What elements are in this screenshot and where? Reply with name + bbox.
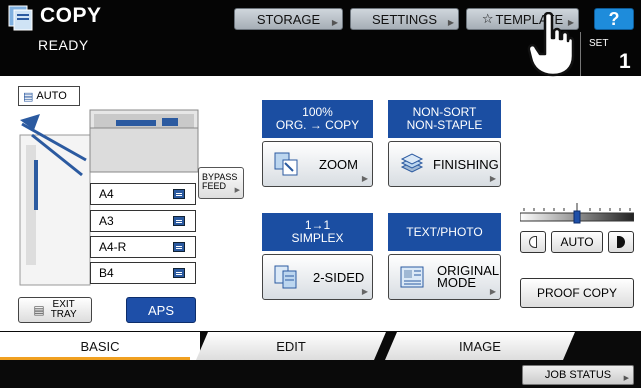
arrow-right-icon: ▶	[361, 174, 368, 183]
exit-tray-label: EXIT TRAY	[51, 300, 77, 320]
arrow-right-icon: ▶	[234, 187, 240, 194]
two-sided-icon	[274, 265, 297, 289]
star-icon: ☆	[481, 11, 494, 26]
exit-tray-button[interactable]: ▤ EXIT TRAY	[18, 297, 92, 323]
aps-button[interactable]: APS	[126, 297, 196, 323]
zoom-label: ZOOM	[319, 156, 358, 172]
storage-button[interactable]: STORAGE ▶	[234, 8, 343, 30]
original-mode-button[interactable]: ORIGINAL MODE ▶	[388, 254, 501, 300]
density-darker-button[interactable]	[608, 231, 634, 253]
tray-a3[interactable]: A3	[90, 210, 196, 232]
bypass-feed-button[interactable]: BYPASS FEED ▶	[198, 167, 244, 199]
arrow-right-icon: ▶	[489, 287, 496, 296]
tray-icon	[173, 268, 185, 278]
arrow-right-icon: ▶	[623, 375, 629, 382]
job-status-button[interactable]: JOB STATUS ▶	[522, 365, 634, 385]
arrow-right-icon: ▶	[361, 287, 368, 296]
finishing-icon	[400, 153, 424, 173]
job-status-label: JOB STATUS	[544, 369, 612, 381]
original-mode-status: TEXT/PHOTO	[388, 213, 501, 251]
arrow-right-icon: ▶	[447, 18, 454, 27]
tab-basic[interactable]: BASIC	[0, 332, 200, 360]
set-counter: SET 1	[580, 32, 641, 76]
tray-icon	[173, 242, 185, 252]
zoom-orig-to-copy: ORG. → COPY	[275, 118, 360, 132]
set-count: 1	[619, 50, 631, 73]
status-text: READY	[38, 37, 89, 53]
tray-icon	[173, 189, 185, 199]
density-auto-button[interactable]: AUTO	[551, 231, 603, 253]
exit-tray-icon: ▤	[33, 303, 45, 317]
arrow-right-icon: ▶	[331, 18, 338, 27]
two-sided-button[interactable]: 2-SIDED ▶	[262, 254, 373, 300]
duplex-mode: SIMPLEX	[291, 231, 344, 245]
settings-label: SETTINGS	[371, 11, 437, 27]
tab-edit[interactable]: EDIT	[196, 332, 386, 360]
two-sided-label: 2-SIDED	[313, 269, 365, 285]
original-mode-icon	[400, 266, 424, 288]
density-scale	[520, 203, 634, 224]
arrow-right-icon: ▶	[489, 174, 496, 183]
tray-size-label: A3	[99, 214, 114, 228]
original-mode-label: ORIGINAL MODE	[437, 264, 499, 289]
finishing-label: FINISHING	[433, 156, 499, 172]
zoom-status: 100% ORG. → COPY	[262, 100, 373, 138]
settings-button[interactable]: SETTINGS ▶	[350, 8, 459, 30]
tray-size-label: A4	[99, 187, 114, 201]
pointer-hand-icon	[527, 12, 575, 77]
exit-tray-line2: TRAY	[50, 309, 77, 320]
duplex-status: 1→1 SIMPLEX	[262, 213, 373, 251]
darker-icon	[617, 236, 625, 248]
storage-label: STORAGE	[256, 11, 321, 27]
finishing-staple: NON-STAPLE	[406, 118, 483, 132]
tray-a4[interactable]: A4	[90, 183, 196, 205]
set-label: SET	[589, 38, 609, 49]
density-lighter-button[interactable]	[520, 231, 546, 253]
active-tab-indicator	[0, 357, 190, 360]
lighter-icon	[529, 236, 537, 248]
tab-image[interactable]: IMAGE	[385, 332, 575, 360]
tray-size-label: A4-R	[99, 240, 127, 254]
zoom-button[interactable]: ZOOM ▶	[262, 141, 373, 187]
density-marker	[573, 210, 581, 224]
help-button[interactable]: ?	[594, 8, 634, 30]
tray-icon	[173, 216, 185, 226]
finishing-status: NON-SORT NON-STAPLE	[388, 100, 501, 138]
tray-size-label: B4	[99, 266, 114, 280]
page-title: COPY	[40, 4, 102, 27]
copy-icon	[8, 5, 33, 31]
tray-b4[interactable]: B4	[90, 262, 196, 284]
tray-a4r[interactable]: A4-R	[90, 236, 196, 258]
finishing-button[interactable]: FINISHING ▶	[388, 141, 501, 187]
original-mode-value: TEXT/PHOTO	[406, 224, 483, 239]
proof-copy-button[interactable]: PROOF COPY	[520, 278, 634, 308]
zoom-icon	[274, 152, 298, 176]
